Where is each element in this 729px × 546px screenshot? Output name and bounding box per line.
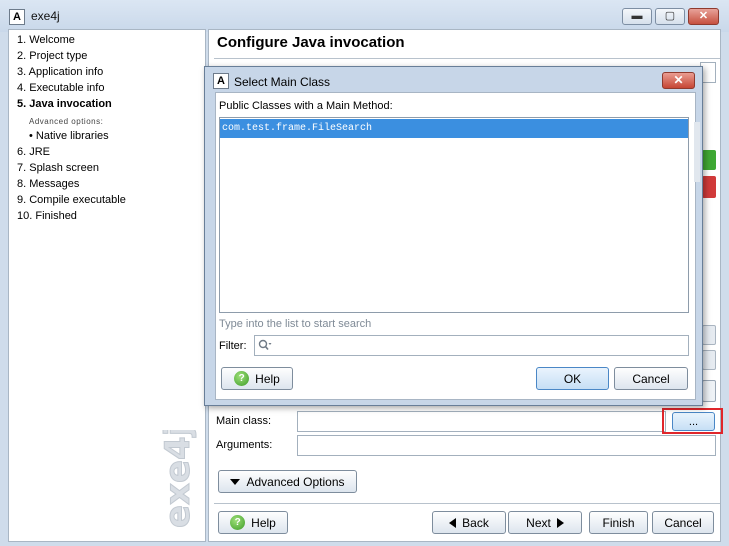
step-native-libraries[interactable]: • Native libraries	[29, 130, 109, 142]
cancel-label: Cancel	[664, 515, 702, 530]
add-icon[interactable]	[702, 150, 716, 170]
finish-button[interactable]: Finish	[589, 511, 648, 534]
search-hint-text: Type into the list to start search	[219, 318, 372, 330]
move-down-icon[interactable]	[702, 350, 716, 370]
help-icon: ?	[230, 515, 246, 530]
highlight-box	[662, 408, 723, 434]
back-button[interactable]: Back	[432, 511, 506, 534]
arguments-input[interactable]	[297, 435, 716, 456]
dialog-cancel-button[interactable]: Cancel	[614, 367, 688, 390]
step-java-invocation[interactable]: 5. Java invocation	[17, 98, 112, 110]
step-application-info[interactable]: 3. Application info	[17, 66, 103, 78]
advanced-options-button[interactable]: Advanced Options	[218, 470, 357, 493]
filter-label: Filter:	[219, 340, 247, 352]
advanced-options-heading: Advanced options:	[29, 117, 104, 126]
close-window-button[interactable]: ✕	[688, 8, 719, 25]
dialog-close-button[interactable]: ✕	[662, 72, 695, 89]
step-welcome[interactable]: 1. Welcome	[17, 34, 75, 46]
move-up-icon[interactable]	[702, 325, 716, 345]
window-titlebar[interactable]	[0, 0, 729, 32]
dialog-logo-icon: A	[213, 73, 229, 89]
filter-input[interactable]	[254, 335, 689, 356]
dialog-help-label: Help	[255, 371, 280, 386]
dialog-title: Select Main Class	[234, 75, 331, 89]
hidden-button-edge[interactable]	[702, 380, 716, 402]
search-icon[interactable]	[258, 339, 272, 351]
svg-text:exe4j: exe4j	[158, 430, 198, 528]
advanced-options-label: Advanced Options	[246, 474, 345, 489]
dialog-cancel-label: Cancel	[632, 371, 670, 386]
step-project-type[interactable]: 2. Project type	[17, 50, 87, 62]
help-button[interactable]: ? Help	[218, 511, 288, 534]
ok-button[interactable]: OK	[536, 367, 609, 390]
window-title: exe4j	[31, 9, 60, 23]
main-class-label: Main class:	[216, 415, 272, 427]
main-class-input[interactable]	[297, 411, 666, 432]
title-divider	[214, 58, 720, 59]
cancel-button[interactable]: Cancel	[652, 511, 714, 534]
class-list-label: Public Classes with a Main Method:	[219, 100, 393, 112]
step-compile-executable[interactable]: 9. Compile executable	[17, 194, 126, 206]
finish-label: Finish	[602, 515, 635, 530]
step-executable-info[interactable]: 4. Executable info	[17, 82, 104, 94]
footer-divider	[214, 503, 720, 504]
app-logo-icon: A	[9, 9, 25, 25]
next-arrow-icon	[556, 517, 564, 528]
list-item[interactable]: com.test.frame.FileSearch	[220, 119, 688, 138]
dialog-help-icon: ?	[234, 371, 250, 386]
back-label: Back	[462, 515, 489, 530]
back-arrow-icon	[449, 517, 457, 528]
exe4j-watermark-logo: exe4j	[158, 430, 199, 529]
step-finished[interactable]: 10. Finished	[17, 210, 77, 222]
dialog-help-button[interactable]: ? Help	[221, 367, 293, 390]
dropdown-arrow-icon	[230, 478, 241, 485]
next-label: Next	[526, 515, 551, 530]
maximize-button[interactable]: ▢	[655, 8, 685, 25]
ok-label: OK	[563, 371, 582, 386]
step-splash-screen[interactable]: 7. Splash screen	[17, 162, 99, 174]
remove-icon[interactable]	[702, 176, 716, 198]
next-button[interactable]: Next	[508, 511, 582, 534]
main-class-list[interactable]	[219, 117, 689, 313]
help-label: Help	[251, 515, 276, 530]
step-jre[interactable]: 6. JRE	[17, 146, 50, 158]
arguments-label: Arguments:	[216, 439, 273, 451]
page-title: Configure Java invocation	[217, 34, 405, 51]
minimize-button[interactable]: ▬	[622, 8, 652, 25]
step-messages[interactable]: 8. Messages	[17, 178, 79, 190]
scrollbar-edge[interactable]	[694, 122, 700, 182]
